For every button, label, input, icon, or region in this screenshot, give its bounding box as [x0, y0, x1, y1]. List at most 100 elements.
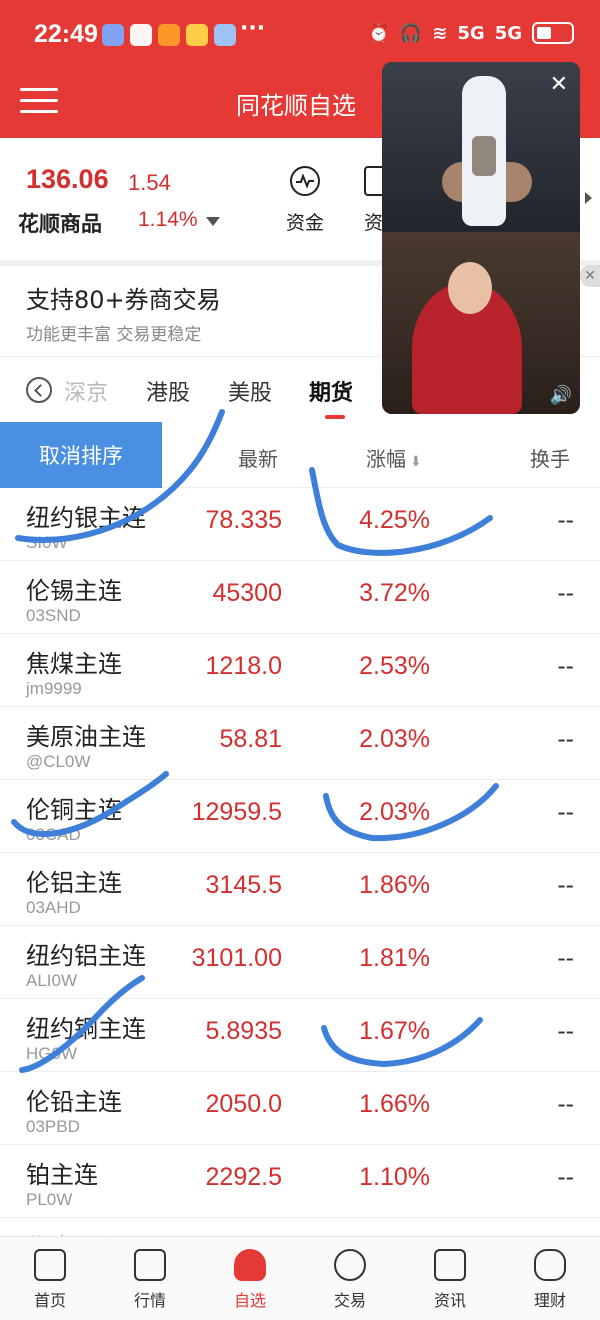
index-percent: 1.14% [138, 208, 198, 231]
nav-home[interactable]: 首页 [10, 1249, 90, 1311]
notification-icons [102, 24, 236, 46]
back-arrow-icon[interactable] [26, 377, 52, 403]
nav-market[interactable]: 行情 [110, 1249, 190, 1311]
nav-trade[interactable]: 交易 [310, 1249, 390, 1311]
promo-subtitle: 功能更丰富 交易更稳定 [26, 325, 202, 345]
message-app-icon [102, 24, 124, 46]
nav-finance[interactable]: 理财 [510, 1249, 590, 1311]
wifi-icon: ≋ [432, 22, 448, 44]
contract-name: 伦铝主连 [26, 869, 122, 897]
turnover: -- [557, 871, 574, 899]
change-percent: 1.86% [359, 871, 430, 899]
latest-price: 45300 [212, 579, 282, 607]
turnover: -- [557, 1017, 574, 1045]
chevron-down-icon[interactable] [206, 217, 220, 226]
alarm-icon: ⏰ [367, 22, 390, 44]
column-latest[interactable]: 最新 [238, 443, 278, 472]
money-bag-icon [534, 1249, 566, 1281]
contract-code: 03CAD [26, 825, 81, 844]
latest-price: 2050.0 [205, 1090, 282, 1118]
contract-code: @CL0W [26, 752, 91, 771]
weather-app-icon [214, 24, 236, 46]
speaker-icon[interactable]: 🔊 [550, 385, 572, 406]
contract-code: 03AHD [26, 898, 81, 917]
nav-label: 自选 [233, 1291, 266, 1310]
more-notifications-icon: ··· [240, 16, 266, 41]
turnover: -- [557, 652, 574, 680]
contract-name: 伦铜主连 [26, 796, 122, 824]
table-row[interactable]: 美原油主连 @CL0W 58.81 2.03% -- [0, 707, 600, 780]
tab-us-stocks[interactable]: 美股 [228, 375, 272, 407]
latest-price: 78.335 [205, 506, 282, 534]
nav-watchlist[interactable]: 自选 [210, 1249, 290, 1311]
contract-code: 03SND [26, 606, 81, 625]
column-change[interactable]: 涨幅 ⬇ [366, 443, 422, 472]
contract-name: 伦锡主连 [26, 577, 122, 605]
index-change: 1.54 [128, 170, 171, 195]
latest-price: 1218.0 [205, 652, 282, 680]
contract-name: 纽约铝主连 [26, 942, 146, 970]
change-percent: 1.10% [359, 1163, 430, 1191]
signal-5g-icon-2: 5G [494, 22, 522, 44]
tab-shenjing[interactable]: 深京 [64, 375, 108, 407]
fund-label: 资金 [285, 212, 324, 234]
contract-code: HG0W [26, 1044, 77, 1063]
futures-list: 纽约银主连 SI0W 78.335 4.25% -- 伦锡主连 03SND 45… [0, 488, 600, 1291]
chevron-right-icon[interactable] [585, 192, 592, 204]
change-percent: 1.66% [359, 1090, 430, 1118]
turnover: -- [557, 725, 574, 753]
change-percent: 2.03% [359, 798, 430, 826]
candlestick-icon [34, 1249, 66, 1281]
promo-title: 支持80+券商交易 [26, 286, 221, 314]
sort-down-icon: ⬇ [410, 454, 422, 470]
side-close-icon[interactable]: ✕ [580, 265, 600, 287]
tab-futures[interactable]: 期货 [309, 375, 353, 407]
menu-icon[interactable] [20, 88, 58, 114]
contract-code: ALI0W [26, 971, 78, 990]
table-row[interactable]: 伦铅主连 03PBD 2050.0 1.66% -- [0, 1072, 600, 1145]
table-row[interactable]: 焦煤主连 jm9999 1218.0 2.53% -- [0, 634, 600, 707]
bottom-navigation: 首页 行情 自选 交易 资讯 理财 [0, 1236, 600, 1320]
headphone-icon: 🎧 [399, 22, 423, 44]
table-row[interactable]: 伦锡主连 03SND 45300 3.72% -- [0, 561, 600, 634]
turnover: -- [557, 798, 574, 826]
active-tab-indicator [325, 415, 345, 419]
table-row[interactable]: 纽约铝主连 ALI0W 3101.00 1.81% -- [0, 926, 600, 999]
turnover: -- [557, 944, 574, 972]
close-icon[interactable]: ✕ [550, 72, 568, 97]
yen-icon [334, 1249, 366, 1281]
change-percent: 1.67% [359, 1017, 430, 1045]
turnover: -- [557, 579, 574, 607]
contract-code: SI0W [26, 533, 68, 552]
tab-hk-stocks[interactable]: 港股 [146, 375, 190, 407]
latest-price: 12959.5 [191, 798, 282, 826]
battery-icon [532, 22, 574, 44]
latest-price: 58.81 [219, 725, 282, 753]
contract-code: 03PBD [26, 1117, 80, 1136]
contract-name: 纽约铜主连 [26, 1015, 146, 1043]
column-turnover[interactable]: 换手 [530, 443, 570, 472]
pulse-icon [290, 166, 320, 196]
fund-button[interactable]: 资金 [283, 166, 327, 235]
taobao-app-icon [158, 24, 180, 46]
table-row[interactable]: 纽约银主连 SI0W 78.335 4.25% -- [0, 488, 600, 561]
change-percent: 3.72% [359, 579, 430, 607]
index-value: 136.06 [26, 164, 109, 194]
contract-name: 铂主连 [26, 1161, 98, 1189]
latest-price: 3145.5 [205, 871, 282, 899]
table-row[interactable]: 伦铝主连 03AHD 3145.5 1.86% -- [0, 853, 600, 926]
signal-5g-icon-1: 5G [457, 22, 485, 44]
index-name: 花顺商品 [18, 212, 102, 236]
video-presenter-face [448, 262, 492, 314]
shop-app-icon [186, 24, 208, 46]
table-row[interactable]: 纽约铜主连 HG0W 5.8935 1.67% -- [0, 999, 600, 1072]
contract-name: 伦铅主连 [26, 1088, 122, 1116]
nav-news[interactable]: 资讯 [410, 1249, 490, 1311]
nav-label: 行情 [133, 1291, 166, 1310]
table-row[interactable]: 伦铜主连 03CAD 12959.5 2.03% -- [0, 780, 600, 853]
cancel-sort-button[interactable]: 取消排序 [0, 422, 162, 488]
column-change-label: 涨幅 [366, 447, 406, 471]
latest-price: 2292.5 [205, 1163, 282, 1191]
floating-video-player[interactable]: ✕ 🔊 [382, 62, 580, 414]
table-row[interactable]: 铂主连 PL0W 2292.5 1.10% -- [0, 1145, 600, 1218]
